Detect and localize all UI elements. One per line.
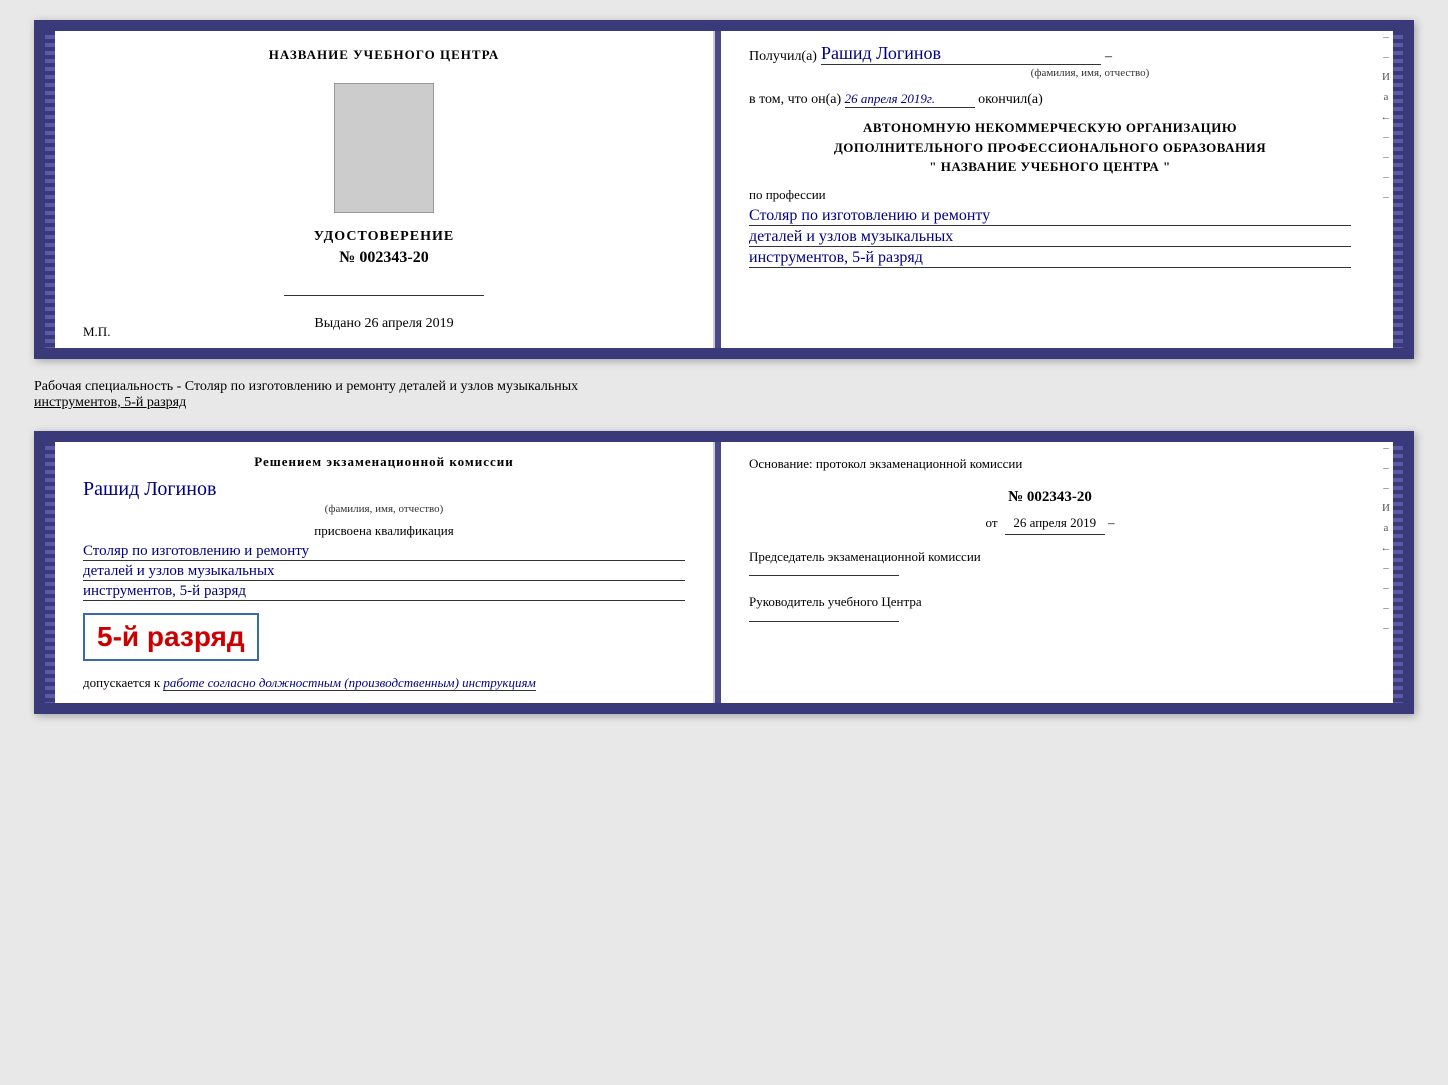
org-line3: " НАЗВАНИЕ УЧЕБНОГО ЦЕНТРА " [749,157,1351,177]
a-label: а [1384,91,1389,103]
predsedatel-sign-line [749,575,899,576]
separator-text-main: Рабочая специальность - Столяр по изгото… [34,379,578,394]
vydano-label: Выдано [314,316,361,331]
bottom-cert-left-page: Решением экзаменационной комиссии Рашид … [55,434,715,711]
i-label: И [1382,71,1390,83]
predsedatel-label: Председатель экзаменационной комиссии [749,547,1351,568]
proto-number-row: № 002343-20 [749,485,1351,509]
dash1: – [1383,31,1389,43]
osnovanie-section: Основание: протокол экзаменационной коми… [749,454,1351,622]
b-dash6: – [1383,602,1389,614]
bottom-qual-line3: инструментов, 5-й разряд [83,583,685,601]
cert-number-prefix: № [339,249,355,266]
profession-line1: Столяр по изготовлению и ремонту [749,207,1351,226]
fio-label-top: (фамилия, имя, отчество) [829,67,1351,79]
top-certificate: НАЗВАНИЕ УЧЕБНОГО ЦЕНТРА УДОСТОВЕРЕНИЕ №… [34,20,1414,359]
vydano-row: Выдано 26 апреля 2019 [314,316,453,332]
bottom-recipient-section: Рашид Логинов (фамилия, имя, отчество) [83,478,685,515]
right-decorative-strip [1393,23,1411,356]
rukovoditel-sign-line [749,621,899,622]
razryad-big-text: 5-й разряд [97,621,245,652]
divider-line-1 [284,295,484,296]
org-block: АВТОНОМНУЮ НЕКОММЕРЧЕСКУЮ ОРГАНИЗАЦИЮ ДО… [749,118,1351,177]
bottom-qual-line2: деталей и узлов музыкальных [83,563,685,581]
recipient-name-top: Рашид Логинов [821,43,1101,65]
left-decorative-strip [37,23,55,356]
b-i-label: И [1382,502,1390,514]
poluchil-label: Получил(а) [749,49,817,65]
photo-placeholder [334,83,434,213]
dash6: – [1383,191,1389,203]
okончил-label: окончил(а) [978,92,1043,107]
bottom-qual-line1: Столяр по изготовлению и ремонту [83,543,685,561]
dopuskaetsya-text: работе согласно должностным (производств… [163,675,535,691]
po-professii-label: по профессии [749,187,1351,203]
top-org-title: НАЗВАНИЕ УЧЕБНОГО ЦЕНТРА [269,47,500,63]
bottom-right-strip [1393,434,1411,711]
udostoverenie-label: УДОСТОВЕРЕНИЕ [314,229,454,245]
vtom-row: в том, что он(а) 26 апреля 2019г. окончи… [749,91,1351,108]
b-arrow: ← [1381,542,1392,554]
osnovanie-label: Основание: протокол экзаменационной коми… [749,454,1351,475]
b-a-label: а [1384,522,1389,534]
mp-label: М.П. [83,324,110,340]
dash5: – [1383,171,1389,183]
right-decorative-strip-top: – – И а ← – – – – [1379,23,1393,356]
bottom-left-strip [37,434,55,711]
dash-symbol: – [1105,49,1112,65]
b-dash3: – [1383,482,1389,494]
poluchil-row: Получил(а) Рашид Логинов – [749,43,1351,65]
ot-prefix: от [985,515,997,530]
separator-text-underline: инструментов, 5-й разряд [34,395,186,410]
prisvoena-label: присвоена квалификация [83,523,685,539]
vydano-date: 26 апреля 2019 [364,316,453,331]
profession-line3: инструментов, 5-й разряд [749,249,1351,268]
dash4: – [1383,151,1389,163]
cert-number: № 002343-20 [339,249,428,267]
cert-number-value: 002343-20 [359,249,428,266]
right-decorative-strip-bottom: – – – И а ← – – – – [1379,434,1393,711]
b-dash4: – [1383,562,1389,574]
org-line2: ДОПОЛНИТЕЛЬНОГО ПРОФЕССИОНАЛЬНОГО ОБРАЗО… [749,138,1351,158]
proto-prefix: № [1008,489,1023,505]
b-dash5: – [1383,582,1389,594]
bottom-cert-right-page: Основание: протокол экзаменационной коми… [721,434,1379,711]
ot-date: 26 апреля 2019 [1005,513,1105,535]
rukovoditel-label: Руководитель учебного Центра [749,592,1351,613]
dopuskaetsya-section: допускается к работе согласно должностны… [83,675,685,691]
bottom-certificate: Решением экзаменационной комиссии Рашид … [34,431,1414,714]
ot-dash: – [1108,515,1115,530]
bottom-fio-label: (фамилия, имя, отчество) [83,503,685,515]
vtom-label: в том, что он(а) [749,92,841,107]
b-dash2: – [1383,462,1389,474]
top-cert-right-page: Получил(а) Рашид Логинов – (фамилия, имя… [721,23,1379,356]
top-cert-left-page: НАЗВАНИЕ УЧЕБНОГО ЦЕНТРА УДОСТОВЕРЕНИЕ №… [55,23,715,356]
resheniem-label: Решением экзаменационной комиссии [83,454,685,470]
org-line1: АВТОНОМНУЮ НЕКОММЕРЧЕСКУЮ ОРГАНИЗАЦИЮ [749,118,1351,138]
arrow-label: ← [1381,111,1392,123]
bottom-qual-section: Столяр по изготовлению и ремонту деталей… [83,543,685,601]
dash3: – [1383,131,1389,143]
proto-number-value: 002343-20 [1027,489,1092,505]
ot-row: от 26 апреля 2019 – [749,513,1351,535]
dopuskaetsya-label: допускается к [83,675,160,690]
separator-section: Рабочая специальность - Столяр по изгото… [34,375,1414,415]
profession-line2: деталей и узлов музыкальных [749,228,1351,247]
razryad-box: 5-й разряд [83,613,259,661]
completed-date: 26 апреля 2019г. [845,91,975,108]
top-cert-left-content: НАЗВАНИЕ УЧЕБНОГО ЦЕНТРА УДОСТОВЕРЕНИЕ №… [83,47,685,332]
dash2: – [1383,51,1389,63]
b-dash7: – [1383,622,1389,634]
poluchil-section: Получил(а) Рашид Логинов – (фамилия, имя… [749,43,1351,79]
b-dash1: – [1383,442,1389,454]
bottom-recipient-name: Рашид Логинов [83,478,685,501]
profession-section: Столяр по изготовлению и ремонту деталей… [749,207,1351,268]
